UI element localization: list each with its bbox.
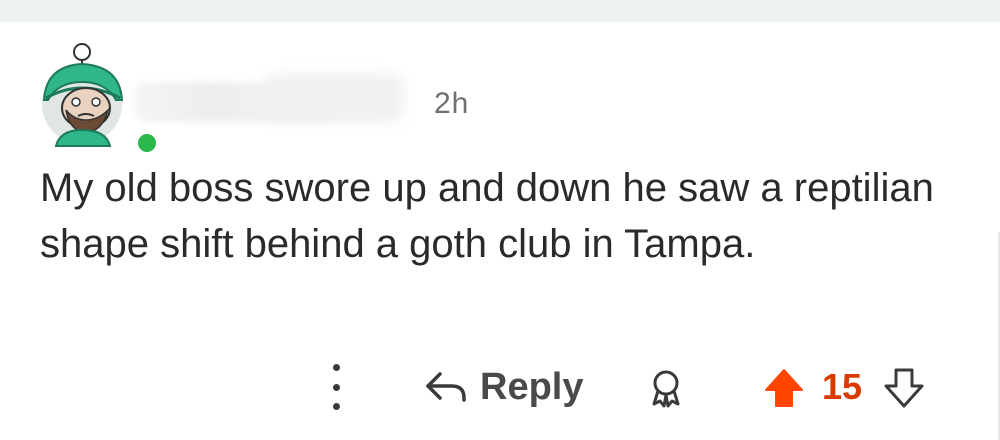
comment-actions: Reply 15 bbox=[0, 362, 1000, 414]
comment-meta: 2h bbox=[134, 70, 554, 122]
award-icon[interactable] bbox=[646, 368, 686, 408]
online-status-dot bbox=[134, 130, 160, 156]
reply-arrow-icon bbox=[426, 372, 466, 402]
vote-score: 15 bbox=[822, 366, 863, 407]
avatar[interactable] bbox=[36, 42, 160, 156]
timestamp: 2h bbox=[434, 87, 470, 120]
more-vertical-icon-dot bbox=[332, 403, 340, 410]
reply-label: Reply bbox=[480, 366, 584, 408]
upvote-arrow-icon[interactable] bbox=[762, 366, 806, 410]
more-options-button[interactable] bbox=[322, 364, 350, 410]
downvote-arrow-icon[interactable] bbox=[882, 366, 926, 410]
more-vertical-icon-dot bbox=[332, 383, 340, 391]
comment-card: 2h My old boss swore up and down he saw … bbox=[0, 22, 1000, 440]
comment-body: My old boss swore up and down he saw a r… bbox=[40, 166, 934, 266]
top-strip bbox=[0, 0, 1000, 22]
more-vertical-icon bbox=[332, 364, 340, 371]
username-redacted-overlay bbox=[264, 74, 404, 122]
avatar-image bbox=[42, 43, 124, 147]
reply-button[interactable]: Reply bbox=[424, 362, 583, 412]
